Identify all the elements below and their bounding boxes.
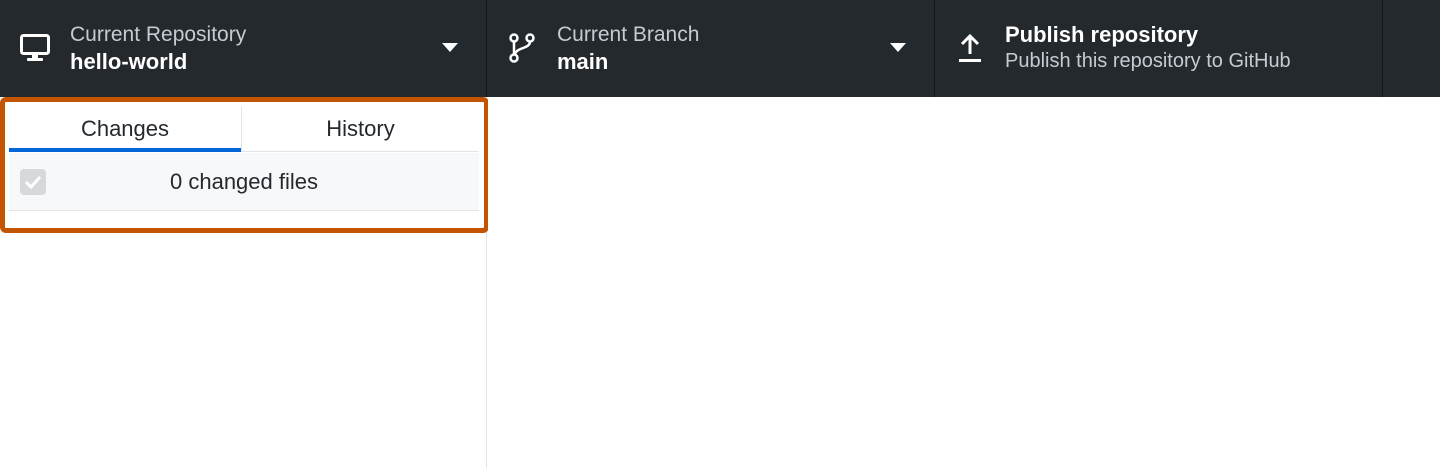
sidebar: Changes History 0 changed files	[0, 97, 487, 468]
changed-files-header: 0 changed files	[9, 153, 479, 211]
repository-name: hello-world	[70, 49, 188, 74]
current-branch-button[interactable]: Current Branch main	[487, 0, 935, 97]
branch-label: Current Branch	[557, 23, 700, 46]
app-window: Current Repository hello-world Current B…	[0, 0, 1440, 468]
checkmark-icon	[24, 175, 42, 190]
git-branch-icon	[505, 31, 539, 65]
publish-repository-button[interactable]: Publish repository Publish this reposito…	[935, 0, 1383, 97]
toolbar: Current Repository hello-world Current B…	[0, 0, 1440, 97]
upload-icon	[953, 31, 987, 65]
repository-label: Current Repository	[70, 23, 247, 46]
tab-bar: Changes History	[9, 106, 479, 152]
tab-history-label: History	[326, 115, 395, 141]
publish-subtitle: Publish this repository to GitHub	[1005, 50, 1291, 72]
main-content	[488, 97, 1440, 468]
branch-name: main	[557, 49, 609, 74]
current-repository-button[interactable]: Current Repository hello-world	[0, 0, 487, 97]
select-all-checkbox[interactable]	[20, 169, 46, 195]
tab-changes-label: Changes	[80, 115, 170, 141]
chevron-down-icon	[442, 43, 458, 52]
publish-title: Publish repository	[1005, 22, 1199, 47]
selected-tab-indicator	[9, 148, 241, 152]
chevron-down-icon	[890, 43, 906, 52]
changed-files-count: 0 changed files	[170, 168, 318, 194]
desktop-icon	[18, 31, 52, 65]
tab-history[interactable]: History	[242, 106, 479, 151]
tab-changes[interactable]: Changes	[9, 106, 242, 152]
